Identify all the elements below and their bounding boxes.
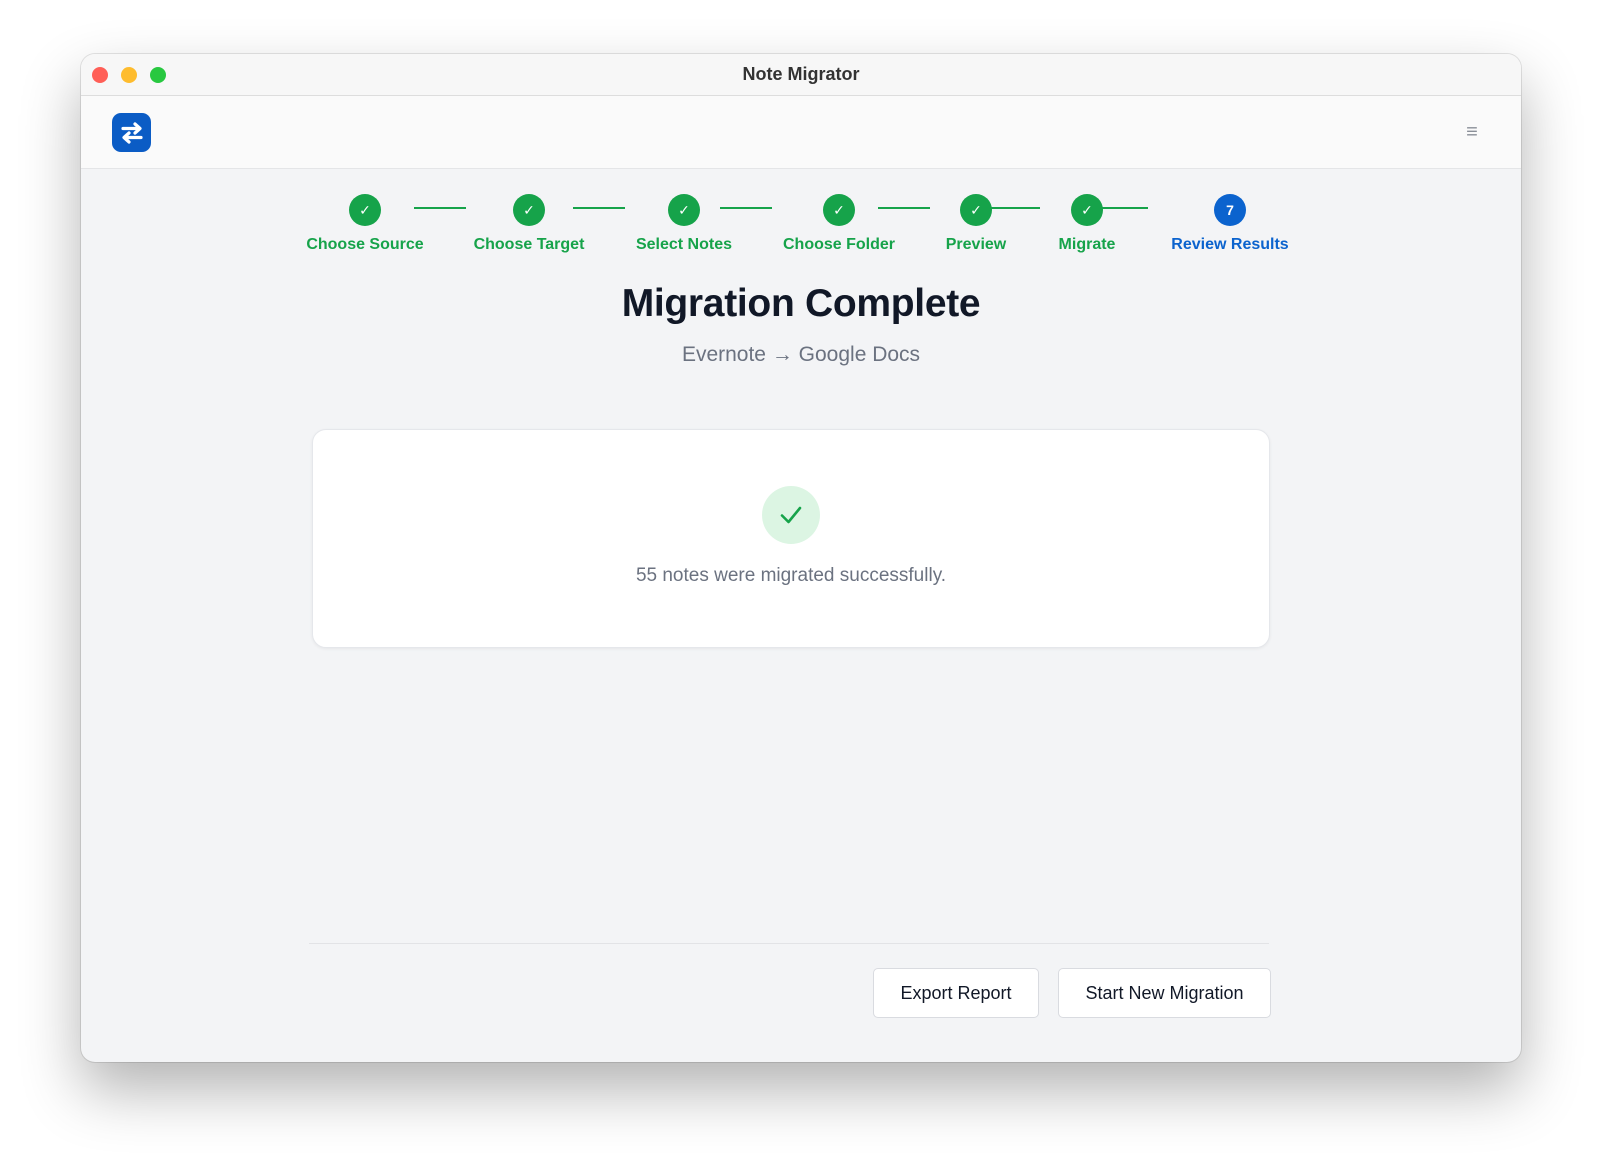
footer-divider bbox=[309, 943, 1269, 944]
step-label: Choose Target bbox=[473, 236, 585, 253]
step-check-icon: ✓ bbox=[1071, 194, 1103, 226]
check-circle-icon bbox=[762, 486, 820, 544]
start-new-migration-button[interactable]: Start New Migration bbox=[1058, 968, 1271, 1018]
progress-stepper: ✓ Choose Source ✓ Choose Target ✓ Select… bbox=[81, 194, 1521, 274]
migration-route: Evernote → Google Docs bbox=[681, 343, 921, 366]
step-check-icon: ✓ bbox=[513, 194, 545, 226]
page-title: Migration Complete bbox=[621, 282, 981, 325]
hamburger-menu-icon[interactable]: ≡ bbox=[1461, 121, 1483, 143]
step-label: Choose Source bbox=[306, 236, 424, 253]
step-select-notes: ✓ Select Notes bbox=[594, 194, 774, 254]
step-check-icon: ✓ bbox=[823, 194, 855, 226]
step-check-icon: ✓ bbox=[960, 194, 992, 226]
step-number: 7 bbox=[1214, 194, 1246, 226]
step-review-results: 7 Review Results bbox=[1140, 194, 1320, 254]
app-window: Note Migrator ≡ ✓ Choose Source ✓ Choose… bbox=[81, 54, 1521, 1062]
title-bar: Note Migrator bbox=[81, 54, 1521, 96]
step-check-icon: ✓ bbox=[349, 194, 381, 226]
export-report-button[interactable]: Export Report bbox=[873, 968, 1039, 1018]
result-message: 55 notes were migrated successfully. bbox=[635, 565, 947, 586]
step-choose-source: ✓ Choose Source bbox=[275, 194, 455, 254]
step-choose-target: ✓ Choose Target bbox=[439, 194, 619, 254]
result-card: 55 notes were migrated successfully. bbox=[312, 429, 1270, 648]
swap-arrows-icon bbox=[112, 113, 151, 152]
step-label: Review Results bbox=[1171, 236, 1289, 253]
step-label: Select Notes bbox=[635, 236, 733, 253]
app-header: ≡ bbox=[81, 96, 1521, 169]
window-title: Note Migrator bbox=[742, 64, 860, 84]
step-check-icon: ✓ bbox=[668, 194, 700, 226]
